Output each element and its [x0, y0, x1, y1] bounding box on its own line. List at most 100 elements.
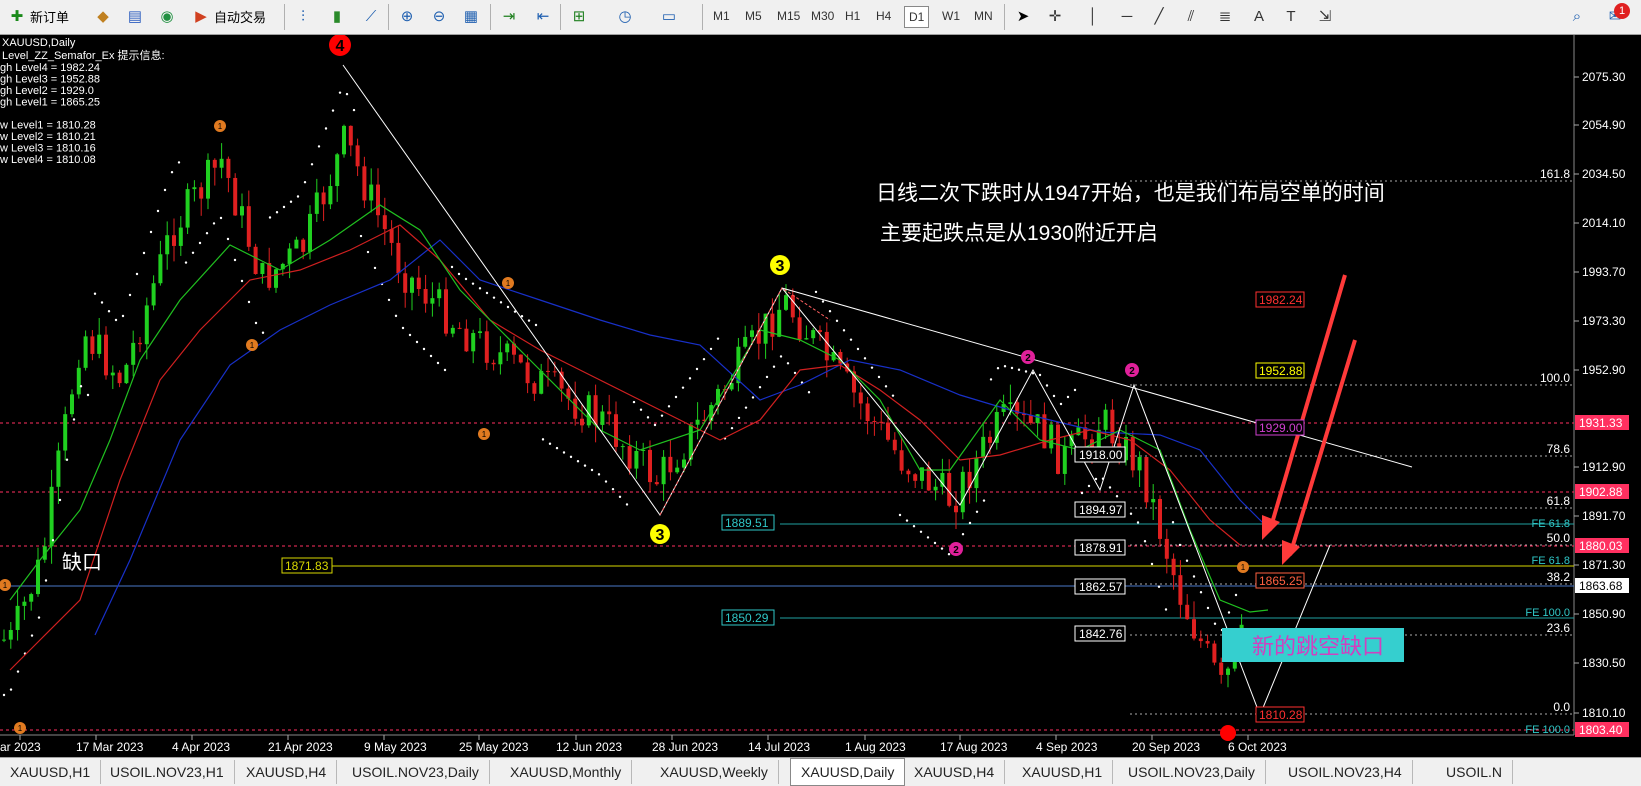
market-watch-icon[interactable]: ◆	[92, 5, 114, 27]
candle-body	[1198, 638, 1203, 642]
chart-window[interactable]: 新的跳空缺口 4 3 3 2 2 2 1 1 1 1 1 1 1 XAUUSD,Daily Level_…	[0, 34, 1641, 755]
timeframe-m1[interactable]: M1	[709, 6, 734, 26]
timeframe-h4[interactable]: H4	[872, 6, 895, 26]
timeframe-w1[interactable]: W1	[938, 6, 964, 26]
fib-label: 38.2	[1547, 570, 1571, 584]
candlestick-icon[interactable]: ▮	[326, 5, 348, 27]
candle-body	[240, 206, 244, 216]
sar-dot	[296, 195, 300, 198]
sar-dot	[485, 291, 489, 295]
candle-body	[1226, 668, 1230, 675]
sar-dot	[1087, 484, 1091, 488]
sar-dot	[1108, 486, 1112, 489]
fib-label: 61.8	[1547, 494, 1571, 508]
annotation-line-1: 日线二次下跌时从1947开始，也是我们布局空单的时间	[876, 182, 1385, 205]
sar-dot	[310, 163, 314, 166]
arrows-icon[interactable]: ⇲	[1314, 5, 1336, 27]
time-tick: 20 Sep 2023	[1132, 740, 1200, 754]
chart-tab[interactable]: USOIL.NOV23,Daily	[342, 760, 490, 784]
candle-body	[695, 419, 700, 425]
text-tool-icon[interactable]: A	[1248, 5, 1270, 27]
line-chart-icon[interactable]: ⟋	[360, 5, 382, 27]
fe-price-box-label: 1850.29	[725, 611, 769, 625]
chart-tab[interactable]: XAUUSD,Daily	[790, 758, 906, 786]
price-tick: 2054.90	[1582, 118, 1626, 132]
price-box-label: 1918.00	[1079, 448, 1123, 462]
trendline-icon[interactable]: ╱	[1148, 5, 1170, 27]
timeframe-h1[interactable]: H1	[841, 6, 864, 26]
sar-dot	[653, 423, 657, 427]
price-chart[interactable]: 新的跳空缺口 4 3 3 2 2 2 1 1 1 1 1 1 1 XAUUSD,Daily Level_…	[0, 34, 1641, 755]
vertical-line-icon[interactable]: │	[1082, 5, 1104, 27]
candle-body	[886, 422, 890, 440]
time-tick: 28 Jun 2023	[652, 740, 718, 754]
equidistant-channel-icon[interactable]: ⫽	[1180, 5, 1202, 27]
chart-tab[interactable]: USOIL.NOV23,H4	[1278, 760, 1413, 784]
terminal-icon[interactable]: ◉	[156, 5, 178, 27]
candle-body	[484, 331, 489, 363]
sar-dot	[870, 366, 874, 369]
autotrade-button[interactable]: 自动交易	[214, 3, 266, 29]
candle-body	[648, 449, 652, 483]
timeframe-mn[interactable]: MN	[970, 6, 997, 26]
sar-dot	[261, 331, 265, 334]
bar-chart-icon[interactable]: ⫶	[292, 5, 314, 27]
chart-shift-icon[interactable]: ⇥	[498, 5, 520, 27]
cursor-icon[interactable]: ➤	[1012, 5, 1034, 27]
candle-body	[1049, 424, 1054, 449]
crosshair-icon[interactable]: ✛	[1044, 5, 1066, 27]
candle-body	[219, 158, 224, 168]
zoom-in-icon[interactable]: ⊕	[396, 5, 418, 27]
sar-dot	[940, 547, 944, 550]
chart-tab[interactable]: USOIL.NOV23,H1	[100, 760, 235, 784]
candle-body	[1212, 643, 1217, 663]
sar-dot	[863, 357, 867, 360]
sar-dot	[555, 446, 559, 450]
chart-tab[interactable]: XAUUSD,H4	[904, 760, 1006, 784]
new-order-button[interactable]: 新订单	[30, 3, 69, 29]
navigator-icon[interactable]: ▤	[124, 5, 146, 27]
zoom-out-icon[interactable]: ⊖	[428, 5, 450, 27]
chart-tab[interactable]: XAUUSD,H1	[0, 760, 102, 784]
sar-dot	[926, 536, 930, 539]
candle-body	[641, 449, 646, 451]
sar-dot	[744, 406, 748, 409]
sar-dot	[177, 161, 181, 164]
chart-tab[interactable]: XAUUSD,Monthly	[500, 760, 633, 784]
timeframe-m5[interactable]: M5	[741, 6, 766, 26]
search-icon[interactable]: ⌕	[1566, 5, 1588, 27]
templates-icon[interactable]: ▭	[658, 5, 680, 27]
timeframe-m30[interactable]: M30	[807, 6, 838, 26]
horizontal-line-icon[interactable]: ─	[1116, 5, 1138, 27]
chart-tab[interactable]: USOIL.N	[1436, 760, 1514, 784]
time-tick: 25 May 2023	[459, 740, 529, 754]
chart-tab[interactable]: XAUUSD,H1	[1012, 760, 1114, 784]
sar-dot	[471, 282, 475, 285]
fibonacci-icon[interactable]: ≣	[1214, 5, 1236, 27]
candle-body	[246, 206, 251, 247]
sar-dot	[352, 108, 356, 112]
candle-body	[29, 594, 34, 602]
candle-body	[865, 403, 870, 422]
sar-dot	[814, 290, 818, 294]
text-label-icon[interactable]: T	[1280, 5, 1302, 27]
yellow-price-box-label: 1871.83	[285, 559, 329, 573]
chart-tab[interactable]: USOIL.NOV23,Daily	[1118, 760, 1266, 784]
indicators-icon[interactable]: ⊞	[568, 5, 590, 27]
candle-body	[348, 125, 353, 146]
sar-dot	[219, 216, 223, 220]
candle-body	[212, 159, 217, 168]
chart-tab[interactable]: XAUUSD,H4	[236, 760, 338, 784]
candle-body	[682, 459, 686, 468]
sar-dot	[1129, 512, 1133, 515]
sar-dot	[968, 521, 972, 525]
tile-windows-icon[interactable]: ▦	[460, 5, 482, 27]
periods-clock-icon[interactable]: ◷	[614, 5, 636, 27]
chart-tab[interactable]: XAUUSD,Weekly	[650, 760, 779, 784]
autoscroll-icon[interactable]: ⇤	[532, 5, 554, 27]
timeframe-m15[interactable]: M15	[773, 6, 804, 26]
sar-dot	[1115, 495, 1119, 498]
timeframe-d1[interactable]: D1	[904, 6, 930, 28]
sar-dot	[373, 266, 377, 270]
candle-body	[437, 289, 442, 299]
